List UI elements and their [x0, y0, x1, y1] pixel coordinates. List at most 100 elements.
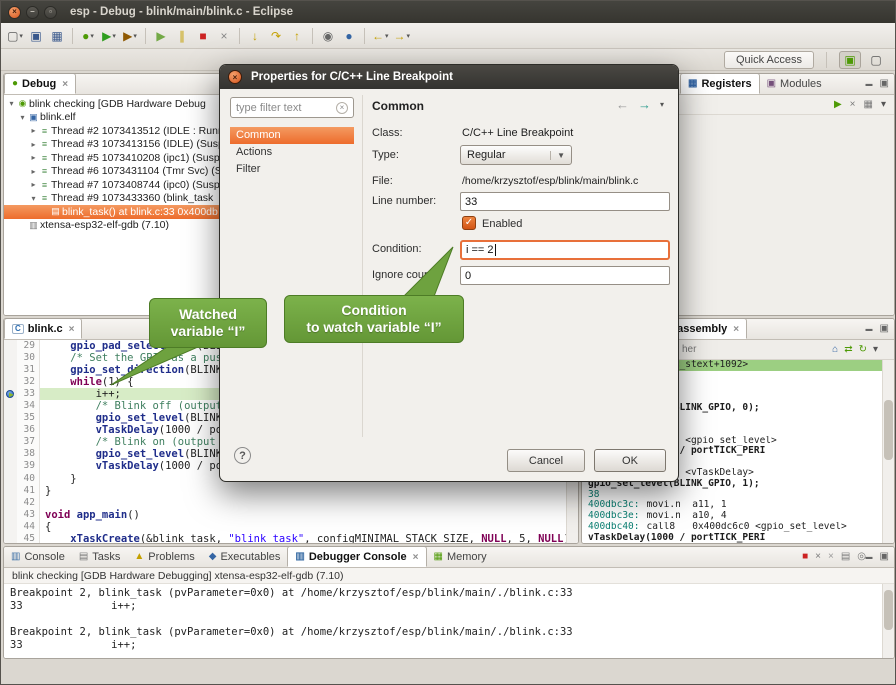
window-maximize-icon[interactable] [44, 6, 57, 19]
tree-item[interactable]: ▸≡Thread #6 1073431104 (Tmr Svc) (S [4, 165, 220, 179]
debug-tree[interactable]: ▾◉blink checking [GDB Hardware Debug▾▣bl… [4, 95, 220, 315]
remove-register-group-icon[interactable]: × [850, 99, 856, 110]
tab-tasks[interactable]: ▤Tasks [72, 546, 128, 567]
ignore-count-input[interactable] [460, 266, 670, 285]
dialog-nav-common[interactable]: Common [230, 127, 354, 144]
quick-access-button[interactable]: Quick Access [724, 51, 814, 69]
tab-memory[interactable]: ▦Memory [427, 546, 494, 567]
clear-filter-icon[interactable] [336, 102, 348, 114]
show-debug-contexts-icon[interactable]: ▶ [834, 99, 842, 110]
expand-icon[interactable]: ▾ [7, 99, 16, 108]
forward-icon[interactable]: → [638, 97, 651, 112]
console-scrollbar[interactable] [882, 584, 894, 659]
view-menu-icon[interactable]: ▾ [873, 344, 878, 355]
java-perspective-icon[interactable]: ▢ [865, 51, 887, 69]
new-icon[interactable]: ▢▾ [5, 26, 25, 46]
expand-icon[interactable]: ▸ [29, 167, 38, 176]
external-tools-icon[interactable]: ▶▾ [120, 26, 140, 46]
home-icon[interactable]: ⌂ [832, 344, 838, 355]
expand-icon[interactable]: ▸ [29, 153, 38, 162]
minimize-icon[interactable] [866, 78, 873, 89]
tree-item[interactable]: ▸≡Thread #7 1073408744 (ipc0) (Susp [4, 178, 220, 192]
tree-item[interactable]: ▸≡Thread #5 1073410208 (ipc1) (Susp [4, 151, 220, 165]
breakpoint-gutter[interactable] [4, 509, 17, 521]
tree-item[interactable]: ▸≡Thread #2 1073413512 (IDLE : Runn [4, 124, 220, 138]
tree-item[interactable]: ▤blink_task() at blink.c:33 0x400db [4, 205, 220, 219]
breakpoint-gutter[interactable] [4, 424, 17, 436]
back-icon[interactable]: ←▾ [370, 26, 391, 46]
disconnect-icon[interactable]: × [214, 26, 234, 46]
breakpoint-gutter[interactable] [4, 400, 17, 412]
breakpoint-gutter[interactable] [4, 352, 17, 364]
tree-item[interactable]: ▾◉blink checking [GDB Hardware Debug [4, 97, 220, 111]
address-field[interactable]: her [682, 344, 696, 355]
line-number-input[interactable] [460, 192, 670, 211]
breakpoint-gutter[interactable] [4, 485, 17, 497]
tree-item[interactable]: ▾≡Thread #9 1073433360 (blink_task [4, 192, 220, 206]
breakpoint-gutter[interactable] [4, 412, 17, 424]
maximize-icon[interactable] [880, 323, 889, 334]
dialog-close-icon[interactable] [228, 70, 242, 84]
expand-icon[interactable]: ▸ [29, 126, 38, 135]
terminate-console-icon[interactable]: ■ [802, 551, 808, 562]
condition-input[interactable]: i == 2 [460, 240, 670, 260]
step-over-icon[interactable]: ↷ [266, 26, 286, 46]
breakpoint-gutter[interactable] [4, 376, 17, 388]
step-return-icon[interactable]: ↑ [287, 26, 307, 46]
save-all-icon[interactable]: ▦ [47, 26, 67, 46]
close-ic[interactable] [731, 323, 739, 335]
window-minimize-icon[interactable] [26, 6, 39, 19]
tab-executables[interactable]: ◆Executables [202, 546, 288, 567]
tree-item[interactable]: ▥xtensa-esp32-elf-gdb (7.10) [4, 219, 220, 233]
close-icon[interactable] [411, 551, 419, 563]
remove-launch-icon[interactable]: × [815, 551, 821, 562]
breakpoint-gutter[interactable] [4, 460, 17, 472]
window-close-icon[interactable] [8, 6, 21, 19]
dialog-nav-actions[interactable]: Actions [230, 144, 354, 161]
maximize-icon[interactable] [880, 78, 889, 89]
expand-icon[interactable]: ▾ [29, 194, 38, 203]
breakpoint-gutter[interactable] [4, 521, 17, 533]
minimize-icon[interactable] [866, 323, 873, 334]
tab-registers[interactable]: ▦Registers [680, 73, 760, 94]
debug-icon[interactable]: ●▾ [78, 26, 98, 46]
breakpoint-gutter[interactable] [4, 364, 17, 376]
search-icon[interactable]: ◉ [318, 26, 338, 46]
breakpoint-gutter[interactable] [4, 436, 17, 448]
terminate-icon[interactable]: ■ [193, 26, 213, 46]
expand-icon[interactable]: ▸ [29, 180, 38, 189]
tab-blink-c[interactable]: C blink.c [4, 318, 82, 339]
link-with-debug-icon[interactable]: ⇄ [844, 344, 852, 355]
expand-icon[interactable]: ▾ [18, 113, 27, 122]
ok-button[interactable]: OK [594, 449, 666, 472]
close-icon[interactable] [67, 323, 75, 335]
suspend-icon[interactable]: ∥ [172, 26, 192, 46]
tab-modules[interactable]: ▣Modules [760, 73, 829, 94]
step-into-icon[interactable]: ↓ [245, 26, 265, 46]
resume-icon[interactable]: ▶ [151, 26, 171, 46]
breakpoint-gutter[interactable] [4, 497, 17, 509]
save-icon[interactable]: ▣ [26, 26, 46, 46]
clear-console-icon[interactable]: ▤ [841, 551, 850, 562]
breakpoint-gutter[interactable]: ▶ [4, 388, 17, 400]
forward-icon[interactable]: →▾ [392, 26, 413, 46]
tree-item[interactable]: ▾▣blink.elf [4, 111, 220, 125]
maximize-icon[interactable] [880, 551, 889, 562]
breakpoint-gutter[interactable] [4, 473, 17, 485]
breakpoint-gutter[interactable] [4, 533, 17, 544]
filter-input[interactable]: type filter text [230, 97, 354, 118]
disassembly-scrollbar[interactable] [882, 360, 894, 543]
debug-perspective-icon[interactable]: ▣ [839, 51, 861, 69]
refresh-icon[interactable]: ↻ [859, 344, 867, 355]
tab-debugger-console[interactable]: ▥Debugger Console [287, 546, 426, 567]
view-menu-icon[interactable]: ▾ [881, 99, 886, 110]
minimize-icon[interactable] [866, 551, 873, 562]
tab-debug[interactable]: ● Debug [4, 73, 76, 94]
expand-icon[interactable]: ▸ [29, 140, 38, 149]
dialog-nav-filter[interactable]: Filter [230, 161, 354, 178]
tab-problems[interactable]: ▲Problems [127, 546, 201, 567]
back-icon[interactable]: ← [616, 97, 629, 112]
enabled-checkbox[interactable] [462, 216, 476, 230]
run-icon[interactable]: ▶▾ [99, 26, 119, 46]
tree-item[interactable]: ▸≡Thread #3 1073413156 (IDLE) (Susp [4, 138, 220, 152]
